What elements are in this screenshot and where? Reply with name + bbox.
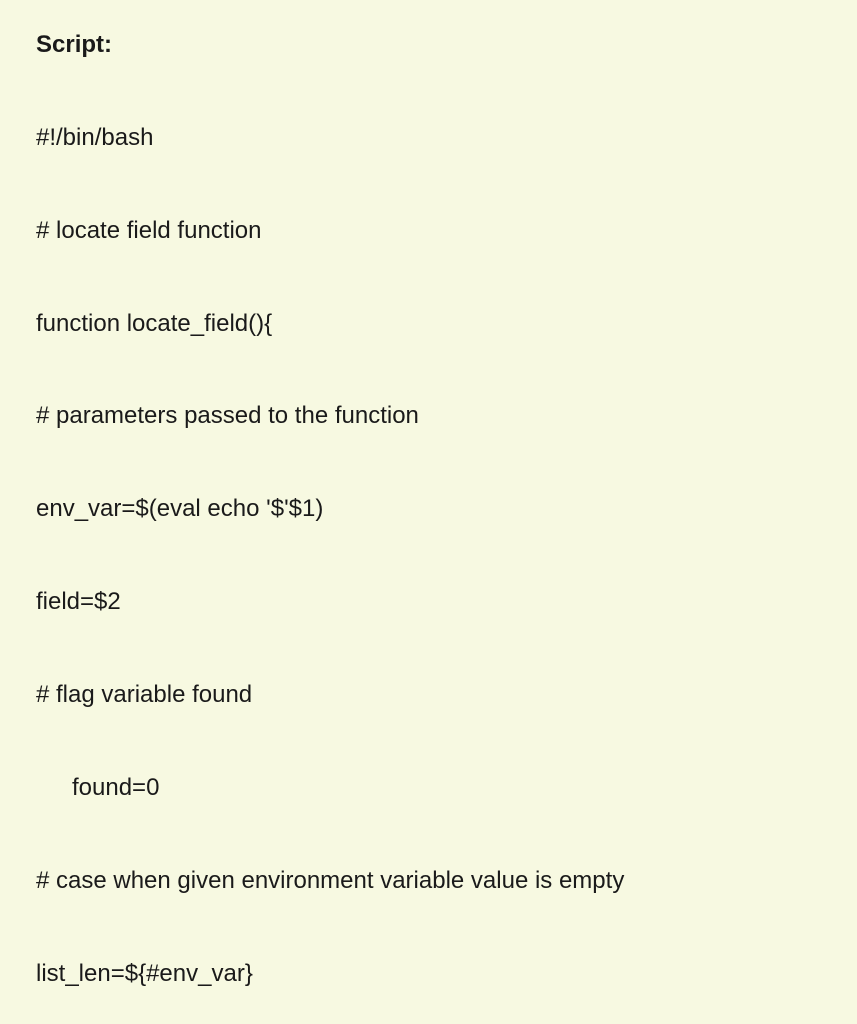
code-line: found=0 [36, 773, 827, 804]
script-block: Script: #!/bin/bash # locate field funct… [36, 30, 827, 1024]
code-line: # locate field function [36, 216, 827, 247]
code-line: # parameters passed to the function [36, 401, 827, 432]
code-line: # flag variable found [36, 680, 827, 711]
code-line: #!/bin/bash [36, 123, 827, 154]
code-line: env_var=$(eval echo '$'$1) [36, 494, 827, 525]
script-label: Script: [36, 31, 112, 58]
code-block: #!/bin/bash # locate field function func… [36, 61, 827, 1024]
code-line: field=$2 [36, 587, 827, 618]
code-line: list_len=${#env_var} [36, 959, 827, 990]
code-line: function locate_field(){ [36, 309, 827, 340]
code-line: # case when given environment variable v… [36, 866, 827, 897]
